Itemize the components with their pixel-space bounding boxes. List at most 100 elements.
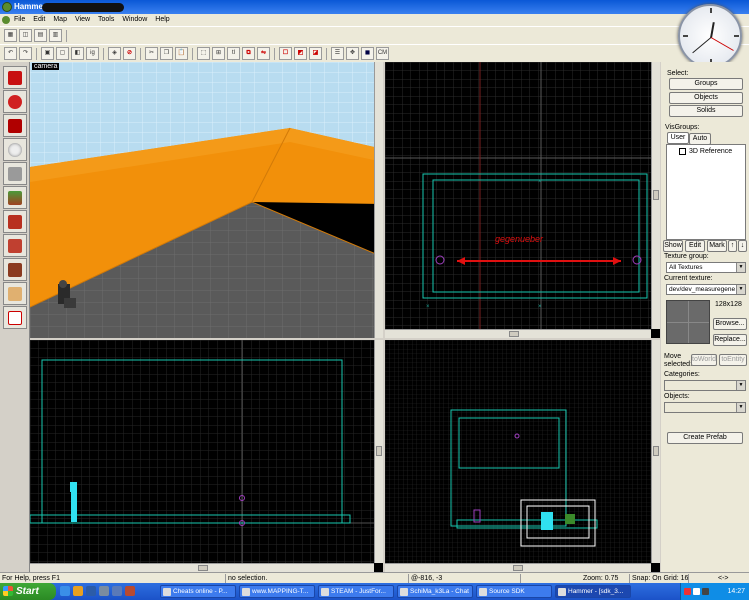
top-viewport-scrollbar-v[interactable] bbox=[651, 62, 660, 329]
apply-texture-tool[interactable] bbox=[3, 210, 27, 233]
objects-select[interactable]: ▼ bbox=[664, 402, 746, 413]
menu-window[interactable]: Window bbox=[122, 15, 147, 25]
tray-volume-icon[interactable] bbox=[702, 588, 709, 595]
show-button[interactable]: Show bbox=[663, 240, 683, 252]
side-viewport-scrollbar-v[interactable] bbox=[651, 340, 660, 563]
task-schima-chat[interactable]: SchiMa_k3La - Chat bbox=[397, 585, 473, 598]
tab-user[interactable]: User bbox=[667, 132, 689, 144]
copy-icon[interactable]: ❐ bbox=[160, 47, 173, 60]
to-world-button[interactable]: toWorld bbox=[691, 354, 717, 366]
decal-tool[interactable] bbox=[3, 234, 27, 257]
3d-view-icon[interactable]: ◫ bbox=[19, 29, 32, 42]
entity-tool[interactable] bbox=[3, 138, 27, 161]
undo-icon[interactable]: ↶ bbox=[4, 47, 17, 60]
quicklaunch-media-icon[interactable] bbox=[125, 586, 135, 596]
window-icon bbox=[400, 588, 408, 596]
menu-view[interactable]: View bbox=[75, 15, 90, 25]
quicklaunch-steam-icon[interactable] bbox=[112, 586, 122, 596]
entity-report-icon[interactable]: ☰ bbox=[331, 47, 344, 60]
side-2d-viewport[interactable] bbox=[385, 340, 660, 572]
cut-icon[interactable]: ✂ bbox=[145, 47, 158, 60]
task-source-sdk[interactable]: Source SDK bbox=[476, 585, 552, 598]
visgroup-checkbox[interactable] bbox=[679, 148, 686, 155]
texture-lock-icon[interactable]: ◈ bbox=[108, 47, 121, 60]
texture-preview bbox=[666, 300, 710, 344]
camera-scrollbar[interactable] bbox=[374, 62, 383, 338]
side-grid bbox=[385, 340, 651, 563]
side-viewport-scrollbar-h[interactable] bbox=[385, 563, 651, 572]
display-solid-icon[interactable]: ◩ bbox=[294, 47, 307, 60]
group-icon[interactable]: ▣ bbox=[41, 47, 54, 60]
camera-viewport[interactable]: camera bbox=[30, 62, 383, 338]
create-prefab-button[interactable]: Create Prefab bbox=[667, 432, 743, 444]
quicklaunch-app-icon[interactable] bbox=[99, 586, 109, 596]
selection-tool[interactable] bbox=[3, 66, 27, 89]
texture-application-tool[interactable] bbox=[3, 186, 27, 209]
redo-icon[interactable]: ↷ bbox=[19, 47, 32, 60]
menu-edit[interactable]: Edit bbox=[33, 15, 45, 25]
hide-icon[interactable]: ◧ bbox=[71, 47, 84, 60]
start-button[interactable]: Start bbox=[0, 583, 56, 600]
texture-group-select[interactable]: All Textures ▼ bbox=[666, 262, 746, 273]
flip-icon[interactable]: ⧉ bbox=[242, 47, 255, 60]
tile-icon[interactable]: tl bbox=[227, 47, 240, 60]
top-viewport-scrollbar-h[interactable] bbox=[385, 329, 651, 338]
chevron-down-icon: ▼ bbox=[736, 285, 745, 294]
top-2d-viewport[interactable]: gegenueber × × × bbox=[385, 62, 660, 338]
menu-map[interactable]: Map bbox=[53, 15, 67, 25]
task-mapping-tutorials[interactable]: www.MAPPING-T... bbox=[239, 585, 315, 598]
display-texture-icon[interactable]: ☐ bbox=[279, 47, 292, 60]
select-box-icon[interactable]: ⊞ bbox=[212, 47, 225, 60]
grid-larger-icon[interactable]: ▤ bbox=[34, 29, 47, 42]
objects-button[interactable]: Objects bbox=[669, 92, 743, 104]
cordon-icon[interactable]: CM bbox=[376, 47, 389, 60]
quicklaunch-folder-icon[interactable] bbox=[73, 586, 83, 596]
tray-clock[interactable]: 14:27 bbox=[727, 588, 745, 595]
block-tool[interactable] bbox=[3, 162, 27, 185]
edit-button[interactable]: Edit bbox=[685, 240, 705, 252]
vertex-tool[interactable] bbox=[3, 306, 27, 329]
front-2d-viewport[interactable] bbox=[30, 340, 383, 572]
document-icon[interactable] bbox=[2, 16, 10, 24]
task-hammer[interactable]: Hammer - [sdk_3... bbox=[555, 585, 631, 598]
front-viewport-scrollbar-h[interactable] bbox=[30, 563, 374, 572]
menu-help[interactable]: Help bbox=[155, 15, 169, 25]
camera-tool[interactable] bbox=[3, 114, 27, 137]
to-entity-button[interactable]: toEntity bbox=[719, 354, 747, 366]
move-down-icon[interactable]: ↓ bbox=[738, 240, 747, 252]
camera-label[interactable]: camera bbox=[32, 63, 60, 70]
visgroups-list[interactable]: 3D Reference bbox=[666, 144, 746, 240]
paste-icon[interactable]: 📋 bbox=[175, 47, 188, 60]
categories-select[interactable]: ▼ bbox=[664, 380, 746, 391]
browse-button[interactable]: Browse... bbox=[713, 318, 747, 330]
ungroup-icon[interactable]: ▢ bbox=[56, 47, 69, 60]
menu-tools[interactable]: Tools bbox=[98, 15, 114, 25]
front-viewport-scrollbar-v[interactable] bbox=[374, 340, 383, 563]
ignore-group-icon[interactable]: ig bbox=[86, 47, 99, 60]
mark-button[interactable]: Mark bbox=[707, 240, 727, 252]
groups-button[interactable]: Groups bbox=[669, 78, 743, 90]
run-map-icon[interactable]: ◼ bbox=[361, 47, 374, 60]
3d-grid-icon[interactable]: ▦ bbox=[4, 29, 17, 42]
grid-smaller-icon[interactable]: ▥ bbox=[49, 29, 62, 42]
magnify-tool[interactable] bbox=[3, 90, 27, 113]
menu-file[interactable]: File bbox=[14, 15, 25, 25]
overlay-tool[interactable] bbox=[3, 258, 27, 281]
move-up-icon[interactable]: ↑ bbox=[728, 240, 737, 252]
display-wire-icon[interactable]: ◪ bbox=[309, 47, 322, 60]
quicklaunch-browser-icon[interactable] bbox=[86, 586, 96, 596]
toggle-selection-icon[interactable]: ⬚ bbox=[197, 47, 210, 60]
tray-security-icon[interactable] bbox=[684, 588, 691, 595]
quicklaunch-desktop-icon[interactable] bbox=[60, 586, 70, 596]
task-steam-chat[interactable]: STEAM - JustFor... bbox=[318, 585, 394, 598]
current-texture-select[interactable]: dev/dev_measuregene ▼ bbox=[666, 284, 746, 295]
compass-icon[interactable]: ✥ bbox=[346, 47, 359, 60]
chevron-down-icon: ▼ bbox=[736, 263, 745, 272]
solids-button[interactable]: Solids bbox=[669, 105, 743, 117]
task-cheats-online[interactable]: Cheats online - P... bbox=[160, 585, 236, 598]
clipping-tool[interactable] bbox=[3, 282, 27, 305]
carve-icon[interactable]: ⊘ bbox=[123, 47, 136, 60]
mirror-icon[interactable]: ⇋ bbox=[257, 47, 270, 60]
replace-button[interactable]: Replace... bbox=[713, 334, 747, 346]
tray-network-icon[interactable] bbox=[693, 588, 700, 595]
